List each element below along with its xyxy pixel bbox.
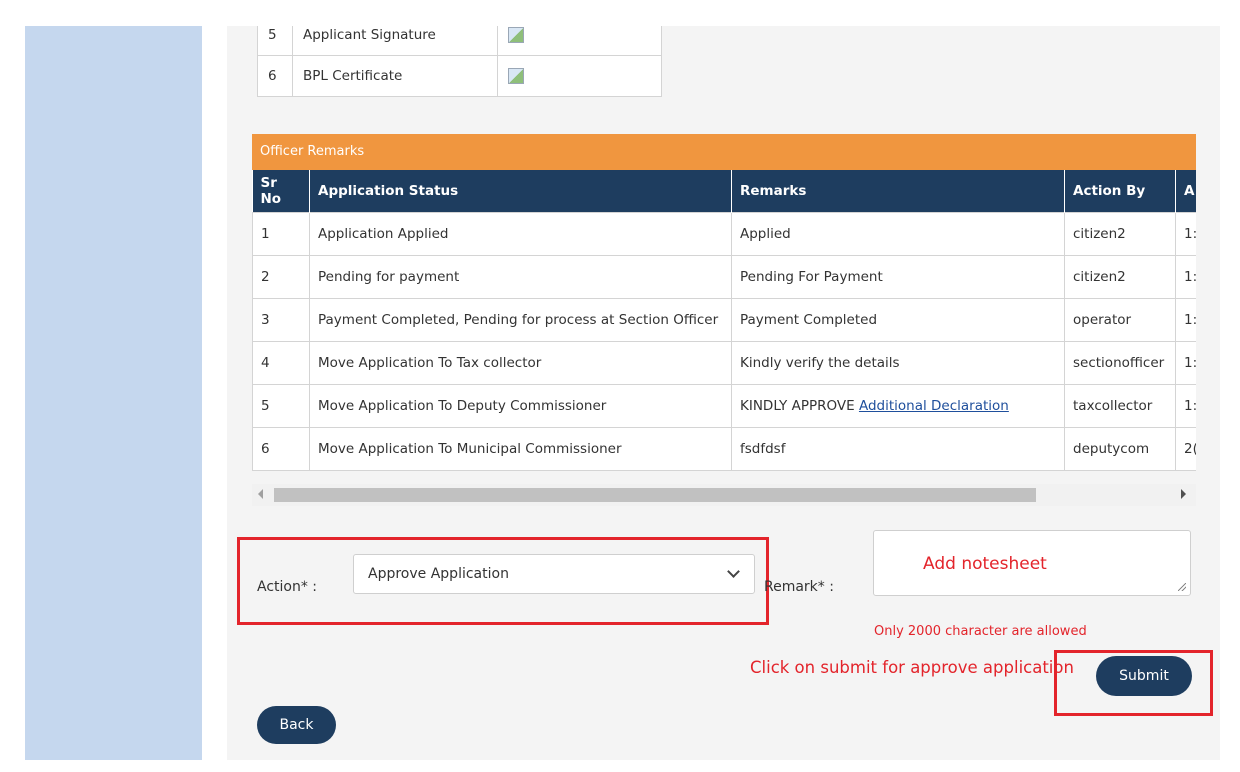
cell-remarks: Payment Completed: [731, 298, 1065, 342]
cell-remarks: Applied: [731, 212, 1065, 256]
cell-sr: 2: [252, 255, 310, 299]
main-content: 5 Applicant Signature 6 BPL Certificate …: [227, 26, 1220, 760]
officer-remarks-header: Officer Remarks: [252, 134, 1196, 170]
remark-label: Remark* :: [764, 579, 834, 595]
col-header-remarks: Remarks: [731, 170, 1065, 213]
char-limit-hint: Only 2000 character are allowed: [874, 624, 1087, 639]
doc-image-cell: [497, 26, 662, 56]
table-row: 4 Move Application To Tax collector Kind…: [252, 341, 1196, 385]
back-button[interactable]: Back: [257, 706, 336, 744]
officer-remarks-table: Sr No Application Status Remarks Action …: [252, 170, 1196, 471]
cell-remarks: Pending For Payment: [731, 255, 1065, 299]
horizontal-scrollbar[interactable]: [252, 484, 1196, 506]
doc-image-cell: [497, 55, 662, 97]
cell-remarks: Kindly verify the details: [731, 341, 1065, 385]
table-row: 1 Application Applied Applied citizen2 1…: [252, 212, 1196, 256]
cell-truncated: 2(: [1175, 427, 1196, 471]
submit-button[interactable]: Submit: [1096, 656, 1192, 696]
cell-status: Payment Completed, Pending for process a…: [309, 298, 732, 342]
cell-status: Move Application To Tax collector: [309, 341, 732, 385]
table-row: 5 Applicant Signature: [257, 26, 662, 56]
cell-action-by: operator: [1064, 298, 1176, 342]
cell-remarks: fsdfdsf: [731, 427, 1065, 471]
doc-no: 6: [257, 55, 293, 97]
submit-annotation: Click on submit for approve application: [750, 658, 1074, 677]
cell-action-by: sectionofficer: [1064, 341, 1176, 385]
sidebar: [25, 26, 202, 760]
cell-action-by: deputycom: [1064, 427, 1176, 471]
add-notesheet-annotation: Add notesheet: [923, 554, 1047, 574]
cell-truncated: 1:: [1175, 212, 1196, 256]
table-header-row: Sr No Application Status Remarks Action …: [252, 170, 1196, 213]
cell-status: Pending for payment: [309, 255, 732, 299]
cell-sr: 4: [252, 341, 310, 385]
cell-truncated: 1:: [1175, 384, 1196, 428]
col-header-application-status: Application Status: [309, 170, 732, 213]
scrollbar-thumb[interactable]: [274, 488, 1036, 502]
cell-status: Move Application To Municipal Commission…: [309, 427, 732, 471]
documents-table: 5 Applicant Signature 6 BPL Certificate: [257, 26, 662, 97]
col-header-truncated: A: [1175, 170, 1196, 213]
cell-truncated: 1:: [1175, 298, 1196, 342]
doc-no: 5: [257, 26, 293, 56]
action-selected-value: Approve Application: [368, 566, 509, 582]
chevron-down-icon: [727, 565, 740, 578]
resize-grip-icon[interactable]: [1178, 583, 1186, 591]
table-row: 6 BPL Certificate: [257, 55, 662, 97]
additional-declaration-link[interactable]: Additional Declaration: [859, 398, 1009, 414]
col-header-action-by: Action By: [1064, 170, 1176, 213]
table-row: 3 Payment Completed, Pending for process…: [252, 298, 1196, 342]
broken-image-icon[interactable]: [508, 27, 524, 43]
cell-action-by: taxcollector: [1064, 384, 1176, 428]
action-label: Action* :: [257, 579, 318, 595]
cell-status: Application Applied: [309, 212, 732, 256]
action-select[interactable]: Approve Application: [353, 554, 755, 594]
cell-status: Move Application To Deputy Commissioner: [309, 384, 732, 428]
cell-sr: 3: [252, 298, 310, 342]
broken-image-icon[interactable]: [508, 68, 524, 84]
cell-truncated: 1:: [1175, 341, 1196, 385]
cell-truncated: 1:: [1175, 255, 1196, 299]
table-row: 6 Move Application To Municipal Commissi…: [252, 427, 1196, 471]
cell-action-by: citizen2: [1064, 212, 1176, 256]
doc-name: BPL Certificate: [292, 55, 498, 97]
cell-action-by: citizen2: [1064, 255, 1176, 299]
table-row: 2 Pending for payment Pending For Paymen…: [252, 255, 1196, 299]
cell-sr: 5: [252, 384, 310, 428]
officer-remarks-table-wrapper: Sr No Application Status Remarks Action …: [252, 170, 1196, 471]
cell-remarks: KINDLY APPROVE Additional Declaration: [731, 384, 1065, 428]
cell-sr: 6: [252, 427, 310, 471]
col-header-sr-no: Sr No: [252, 170, 310, 213]
top-frame: [0, 0, 1240, 26]
cell-sr: 1: [252, 212, 310, 256]
table-row: 5 Move Application To Deputy Commissione…: [252, 384, 1196, 428]
scroll-right-arrow-icon[interactable]: [1181, 489, 1186, 499]
remarks-text: KINDLY APPROVE: [740, 398, 855, 414]
doc-name: Applicant Signature: [292, 26, 498, 56]
scroll-left-arrow-icon[interactable]: [258, 489, 263, 499]
